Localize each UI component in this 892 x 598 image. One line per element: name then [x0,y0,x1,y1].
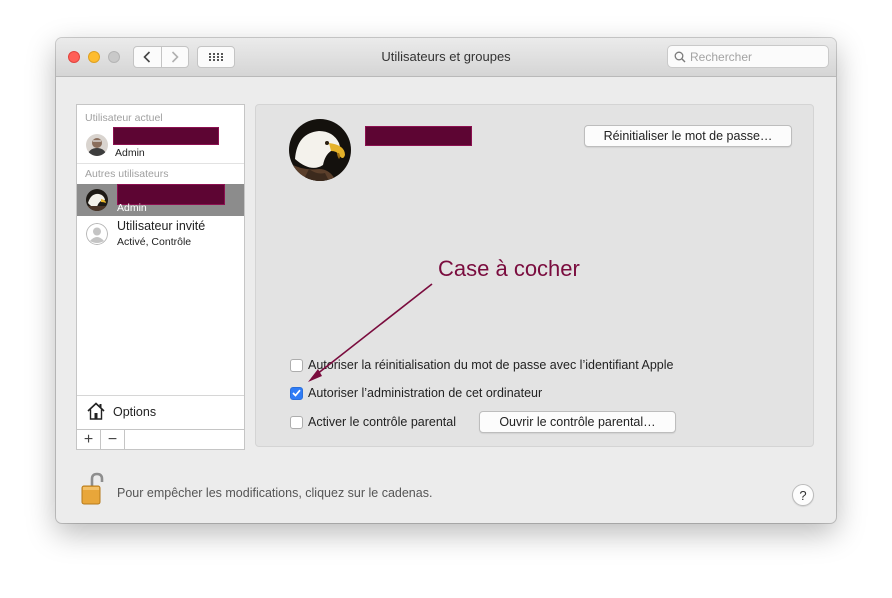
guest-user-status: Activé, Contrôle [117,236,192,248]
divider [77,163,244,164]
window-title: Utilisateurs et groupes [381,49,511,64]
selected-user-role: Admin [117,202,147,214]
add-user-button[interactable]: + [77,430,101,450]
house-icon [87,402,105,420]
current-user-avatar [86,134,108,156]
parental-control-label: Activer le contrôle parental [308,415,456,429]
checkmark-icon [292,389,301,397]
search-icon [674,51,686,62]
annotation-label: Case à cocher [438,256,580,281]
other-users-header: Autres utilisateurs [85,168,169,180]
padlock-icon[interactable] [80,472,106,506]
admin-label: Autoriser l’administration de cet ordina… [308,386,543,400]
guest-user-row[interactable]: Utilisateur invité Activé, Contrôle [77,217,244,253]
chevron-left-icon [143,51,151,63]
current-user-role: Admin [115,147,145,159]
guest-user-icon [86,223,108,245]
show-all-button[interactable] [197,46,235,68]
users-sidebar: Utilisateur actuel Admin Autres utilisat… [76,104,245,450]
open-parental-control-button[interactable]: Ouvrir le contrôle parental… [479,411,676,433]
current-user-row[interactable]: Admin [77,127,244,161]
apple-id-reset-option[interactable]: Autoriser la réinitialisation du mot de … [290,356,674,374]
search-input[interactable] [686,49,820,64]
add-remove-bar: + − [77,429,244,450]
navigation-buttons [133,46,189,68]
help-button[interactable]: ? [792,484,814,506]
options-label: Options [113,405,157,419]
redacted-username [113,127,219,145]
chevron-right-icon [171,51,179,63]
search-field[interactable] [667,45,829,68]
parental-control-checkbox[interactable] [290,415,303,429]
eagle-avatar-small [86,189,108,211]
remove-user-button[interactable]: − [101,430,125,450]
eagle-avatar-large[interactable] [289,119,351,181]
back-button[interactable] [134,47,161,67]
grid-icon [209,53,223,61]
title-bar: Utilisateurs et groupes [56,38,836,77]
apple-id-reset-checkbox[interactable] [290,358,303,372]
current-user-header: Utilisateur actuel [85,112,163,124]
selected-user-row[interactable]: Admin [77,184,244,216]
options-row[interactable]: Options [77,395,244,430]
redacted-full-name [365,126,472,146]
close-window-button[interactable] [68,51,80,63]
lock-hint-text: Pour empêcher les modifications, cliquez… [117,486,433,500]
minimize-window-button[interactable] [88,51,100,63]
zoom-window-button[interactable] [108,51,120,63]
apple-id-reset-label: Autoriser la réinitialisation du mot de … [308,358,674,372]
admin-checkbox[interactable] [290,386,303,400]
admin-option[interactable]: Autoriser l’administration de cet ordina… [290,384,542,402]
parental-control-option[interactable]: Activer le contrôle parental [290,413,456,431]
reset-password-button[interactable]: Réinitialiser le mot de passe… [584,125,792,147]
guest-user-name: Utilisateur invité [117,219,206,233]
forward-button[interactable] [160,47,189,67]
